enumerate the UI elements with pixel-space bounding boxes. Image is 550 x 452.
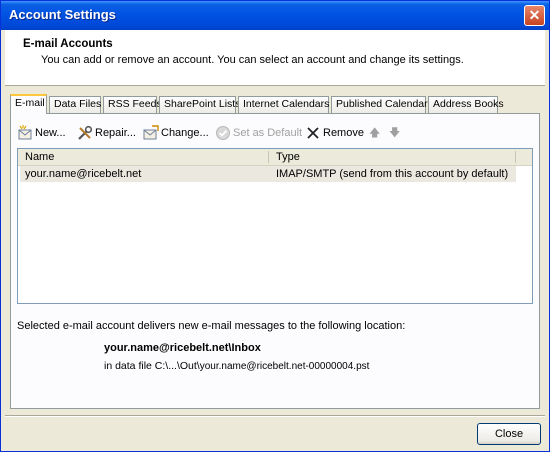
tab-email[interactable]: E-mail <box>10 94 47 114</box>
move-down-icon[interactable]: 🡇 <box>389 124 400 142</box>
remove-button-label: Remove <box>323 127 364 139</box>
repair-button[interactable]: Repair... <box>77 124 136 142</box>
change-account-icon <box>143 125 159 140</box>
page-title: E-mail Accounts <box>23 38 113 50</box>
account-name-cell: your.name@ricebelt.net <box>25 168 142 180</box>
delivery-location: your.name@ricebelt.net\Inbox <box>104 342 261 354</box>
header-panel: E-mail Accounts You can add or remove an… <box>5 30 545 86</box>
change-button-label: Change... <box>161 127 209 139</box>
tab-published-calendars[interactable]: Published Calendars <box>331 96 433 113</box>
data-file-path: in data file C:\...\Out\your.name@ricebe… <box>104 360 369 372</box>
delivery-description: Selected e-mail account delivers new e-m… <box>17 320 406 332</box>
set-as-default-button[interactable]: Set as Default <box>215 124 302 142</box>
change-button[interactable]: Change... <box>143 124 209 142</box>
tab-data-files[interactable]: Data Files <box>49 96 101 113</box>
page-description: You can add or remove an account. You ca… <box>41 54 464 66</box>
remove-icon <box>307 127 319 139</box>
tools-icon <box>78 125 93 140</box>
column-header-type[interactable]: Type <box>269 149 515 165</box>
column-divider[interactable] <box>515 151 516 163</box>
table-row[interactable]: your.name@ricebelt.net IMAP/SMTP (send f… <box>20 166 516 182</box>
window-title: Account Settings <box>9 7 116 22</box>
new-button[interactable]: New... <box>17 124 66 142</box>
repair-button-label: Repair... <box>95 127 136 139</box>
close-icon[interactable]: ✕ <box>524 5 545 26</box>
checkmark-icon <box>216 126 230 141</box>
new-account-icon <box>18 125 32 140</box>
data-file-name: your.name@ricebelt.net-00000004.pst <box>199 361 370 372</box>
remove-button[interactable]: Remove <box>305 124 364 142</box>
set-as-default-label: Set as Default <box>233 127 303 139</box>
column-header-name[interactable]: Name <box>18 149 268 165</box>
account-type-cell: IMAP/SMTP (send from this account by def… <box>276 168 509 180</box>
new-button-label: New... <box>35 127 66 139</box>
tab-internet-calendars[interactable]: Internet Calendars <box>238 96 329 113</box>
tab-rss-feeds[interactable]: RSS Feeds <box>103 96 162 113</box>
move-up-icon[interactable]: 🡅 <box>369 124 380 142</box>
title-bar[interactable]: Account Settings ✕ <box>1 1 549 30</box>
close-button[interactable]: Close <box>477 423 541 445</box>
accounts-list[interactable]: Name Type your.name@ricebelt.net IMAP/SM… <box>17 148 533 304</box>
data-file-prefix: in data file C:\...\Out\ <box>104 360 200 372</box>
account-settings-window: Account Settings ✕ E-mail Accounts You c… <box>0 0 550 452</box>
tab-sharepoint-lists[interactable]: SharePoint Lists <box>159 96 240 113</box>
footer-divider <box>5 415 545 417</box>
email-tab-page: New... Repair... Change... Set as Defaul… <box>10 113 540 409</box>
list-header: Name Type <box>18 149 532 166</box>
tab-address-books[interactable]: Address Books <box>428 96 504 113</box>
